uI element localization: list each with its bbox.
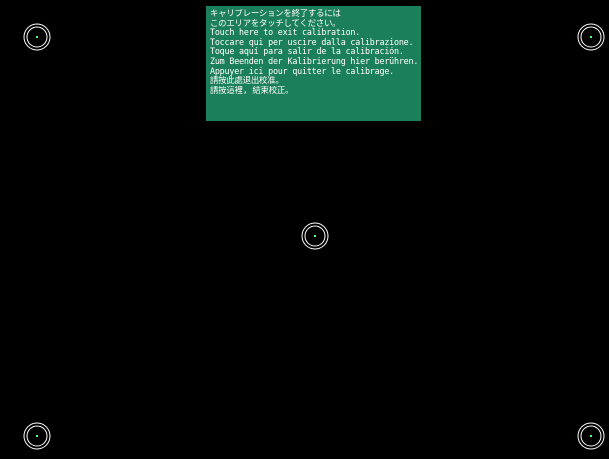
exit-instruction-de: Zum Beenden der Kalibrierung hier berühr…	[210, 56, 417, 66]
crosshair-ring-icon	[301, 222, 329, 250]
exit-instruction-ja-line-1: キャリブレーションを終了するには	[210, 9, 341, 18]
exit-instruction-fr: Appuyer ici pour quitter le calibrage.	[210, 66, 395, 76]
target-dot	[590, 36, 592, 38]
target-dot	[36, 36, 38, 38]
calibration-target-bottom-right[interactable]	[576, 421, 606, 451]
calibration-target-bottom-left[interactable]	[22, 421, 52, 451]
crosshair-ring-icon	[577, 422, 605, 450]
target-dot	[590, 435, 592, 437]
calibration-screen: キャリブレーションを終了するには このエリアをタッチしてください。 Touch …	[0, 0, 609, 459]
exit-instruction-zh-cn: 請按此處退出校准。	[210, 76, 284, 86]
calibration-target-center[interactable]	[300, 221, 330, 251]
crosshair-ring-icon	[23, 422, 51, 450]
exit-instruction-es: Toque aquí para salir de la calibración.	[210, 47, 404, 57]
exit-instruction-zh-tw: 請按這裡, 結束校正。	[210, 85, 294, 95]
exit-instruction-it: Toccare qui per uscire dalla calibrazion…	[210, 37, 414, 47]
target-dot	[314, 235, 316, 237]
crosshair-ring-icon	[23, 23, 51, 51]
target-dot	[36, 435, 38, 437]
crosshair-ring-icon	[577, 23, 605, 51]
calibration-target-top-left[interactable]	[22, 22, 52, 52]
calibration-target-top-right[interactable]	[576, 22, 606, 52]
exit-instruction-en: Touch here to exit calibration.	[210, 28, 361, 38]
exit-instruction-ja-line-2: このエリアをタッチしてください。	[210, 18, 341, 28]
exit-calibration-area[interactable]: キャリブレーションを終了するには このエリアをタッチしてください。 Touch …	[206, 6, 421, 121]
